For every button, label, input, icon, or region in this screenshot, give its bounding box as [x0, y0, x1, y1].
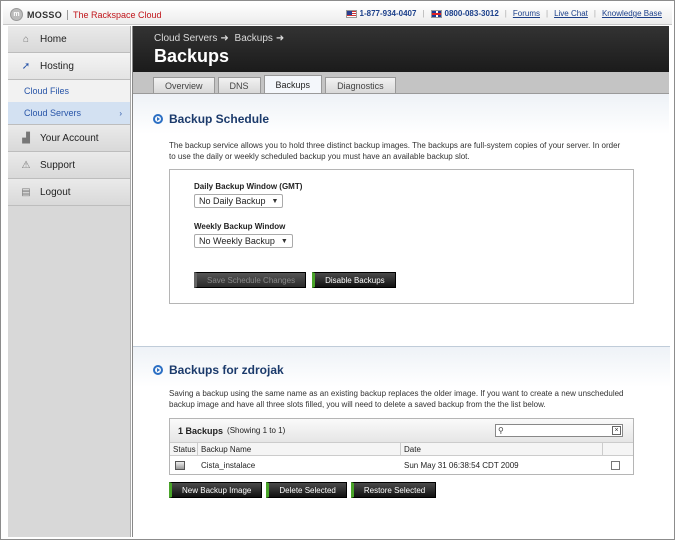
- breadcrumb-arrow-icon: ➜: [275, 33, 285, 44]
- table-columns: Status Backup Name Date: [170, 443, 633, 456]
- breadcrumb-backups[interactable]: Backups: [235, 33, 273, 44]
- circle-arrow-icon: [153, 365, 163, 375]
- section-title: Backup Schedule: [153, 94, 649, 126]
- section-title: Backups for zdrojak: [153, 347, 650, 377]
- brand-logo[interactable]: m MOSSO The Rackspace Cloud: [10, 8, 162, 21]
- brand-subtitle: The Rackspace Cloud: [73, 9, 162, 20]
- breadcrumb-cloud-servers[interactable]: Cloud Servers: [154, 33, 217, 44]
- bar-chart-icon: ▟: [22, 132, 30, 144]
- tab-diagnostics[interactable]: Diagnostics: [325, 77, 396, 93]
- browser-frame: m MOSSO The Rackspace Cloud 1-877-934-04…: [0, 0, 675, 540]
- sidebar-item-label: Your Account: [40, 132, 99, 144]
- tab-bar: Overview DNS Backups Diagnostics: [133, 72, 669, 94]
- home-icon: ⌂: [22, 33, 30, 45]
- backup-count: 1 Backups: [178, 425, 224, 436]
- backup-schedule-section: Backup Schedule The backup service allow…: [133, 94, 669, 304]
- backups-table: 1 Backups (Showing 1 to 1) ⚲ × Status Ba…: [169, 418, 634, 475]
- sidebar-item-your-account[interactable]: ▟ Your Account: [8, 125, 130, 152]
- backups-list-section: Backups for zdrojak Saving a backup usin…: [133, 346, 670, 536]
- backup-actions: New Backup Image Delete Selected Restore…: [169, 482, 650, 498]
- hosting-subnav: Cloud Files Cloud Servers ›: [8, 80, 130, 125]
- schedule-buttons: Save Schedule Changes Disable Backups: [194, 272, 609, 288]
- daily-window-label: Daily Backup Window (GMT): [194, 182, 303, 191]
- page-header: Cloud Servers ➜ Backups ➜ Backups: [133, 26, 669, 72]
- sidebar-item-hosting[interactable]: ➚ Hosting: [8, 53, 130, 80]
- circle-arrow-icon: [153, 114, 163, 124]
- live-chat-link[interactable]: Live Chat: [554, 9, 588, 18]
- table-header: 1 Backups (Showing 1 to 1) ⚲ ×: [170, 419, 633, 443]
- chevron-down-icon: ▼: [271, 197, 279, 205]
- backup-date-cell: Sun May 31 06:38:54 CDT 2009: [404, 460, 519, 470]
- cursor-icon: ➚: [21, 60, 31, 72]
- search-icon: ⚲: [498, 426, 504, 435]
- knowledge-base-link[interactable]: Knowledge Base: [602, 9, 662, 18]
- delete-selected-button[interactable]: Delete Selected: [266, 482, 347, 498]
- daily-backup-select[interactable]: No Daily Backup ▼: [194, 194, 284, 208]
- new-backup-image-button[interactable]: New Backup Image: [169, 482, 263, 498]
- page-title: Backups: [154, 46, 230, 66]
- column-backup-name[interactable]: Backup Name: [198, 443, 401, 455]
- tab-dns[interactable]: DNS: [217, 77, 261, 93]
- top-bar: m MOSSO The Rackspace Cloud 1-877-934-04…: [3, 3, 672, 25]
- logout-icon: ▤: [21, 186, 31, 198]
- chevron-down-icon: ▼: [280, 237, 288, 245]
- daily-backup-value: No Daily Backup: [199, 196, 266, 206]
- backups-description: Saving a backup using the same name as a…: [169, 389, 624, 409]
- schedule-description: The backup service allows you to hold th…: [169, 141, 621, 161]
- sidebar-item-label: Home: [40, 33, 67, 45]
- us-flag-icon: [345, 9, 357, 18]
- backup-name-cell: Cista_instalace: [201, 460, 256, 470]
- main-content: Cloud Servers ➜ Backups ➜ Backups Overview…: [132, 26, 670, 537]
- phone-uk: 0800-083-3012: [444, 9, 499, 18]
- weekly-backup-value: No Weekly Backup: [199, 236, 275, 246]
- backups-title: Backups for zdrojak: [169, 363, 284, 377]
- row-select-checkbox[interactable]: [611, 460, 620, 470]
- sidebar-item-cloud-files[interactable]: Cloud Files: [8, 80, 130, 102]
- sidebar-item-label: Logout: [40, 186, 71, 198]
- tab-backups[interactable]: Backups: [263, 75, 323, 93]
- column-status[interactable]: Status: [170, 443, 198, 455]
- showing-range: (Showing 1 to 1): [227, 426, 286, 435]
- save-schedule-button[interactable]: Save Schedule Changes: [194, 272, 307, 288]
- schedule-form: Daily Backup Window (GMT) No Daily Backu…: [169, 169, 634, 304]
- subnav-label: Cloud Servers: [24, 108, 82, 118]
- backup-schedule-title: Backup Schedule: [169, 112, 270, 126]
- chevron-right-icon: ›: [119, 108, 122, 118]
- clear-icon[interactable]: ×: [612, 426, 621, 435]
- warning-icon: ⚠: [21, 159, 31, 171]
- top-links: 1-877-934-0407 | 0800-083-3012 | Forums …: [338, 9, 662, 18]
- sidebar-item-label: Hosting: [40, 60, 74, 72]
- sidebar-item-logout[interactable]: ▤ Logout: [8, 179, 130, 206]
- uk-flag-icon: [430, 9, 442, 18]
- mosso-logo-icon: m: [10, 8, 23, 21]
- sidebar-item-support[interactable]: ⚠ Support: [8, 152, 130, 179]
- column-select: [603, 443, 633, 455]
- sidebar-item-label: Support: [40, 159, 76, 171]
- table-row[interactable]: Cista_instalace Sun May 31 06:38:54 CDT …: [170, 456, 633, 474]
- sidebar-item-cloud-servers[interactable]: Cloud Servers ›: [8, 102, 130, 124]
- sidebar-item-home[interactable]: ⌂ Home: [8, 26, 130, 53]
- server-status-icon: [175, 460, 185, 470]
- sidebar: ⌂ Home ➚ Hosting Cloud Files Cloud Serve…: [8, 26, 131, 537]
- breadcrumb-arrow-icon: ➜: [220, 33, 229, 44]
- column-date[interactable]: Date: [401, 443, 603, 455]
- tab-overview[interactable]: Overview: [153, 77, 215, 93]
- search-input[interactable]: ⚲ ×: [495, 424, 623, 437]
- restore-selected-button[interactable]: Restore Selected: [350, 482, 437, 498]
- weekly-window-label: Weekly Backup Window: [194, 222, 286, 231]
- brand-name: MOSSO: [27, 9, 63, 20]
- brand-divider: [67, 9, 69, 20]
- forums-link[interactable]: Forums: [513, 9, 540, 18]
- subnav-label: Cloud Files: [24, 86, 70, 96]
- weekly-backup-select[interactable]: No Weekly Backup ▼: [194, 234, 293, 248]
- breadcrumb: Cloud Servers ➜ Backups ➜: [154, 33, 669, 44]
- phone-us: 1-877-934-0407: [359, 9, 417, 18]
- disable-backups-button[interactable]: Disable Backups: [312, 272, 396, 288]
